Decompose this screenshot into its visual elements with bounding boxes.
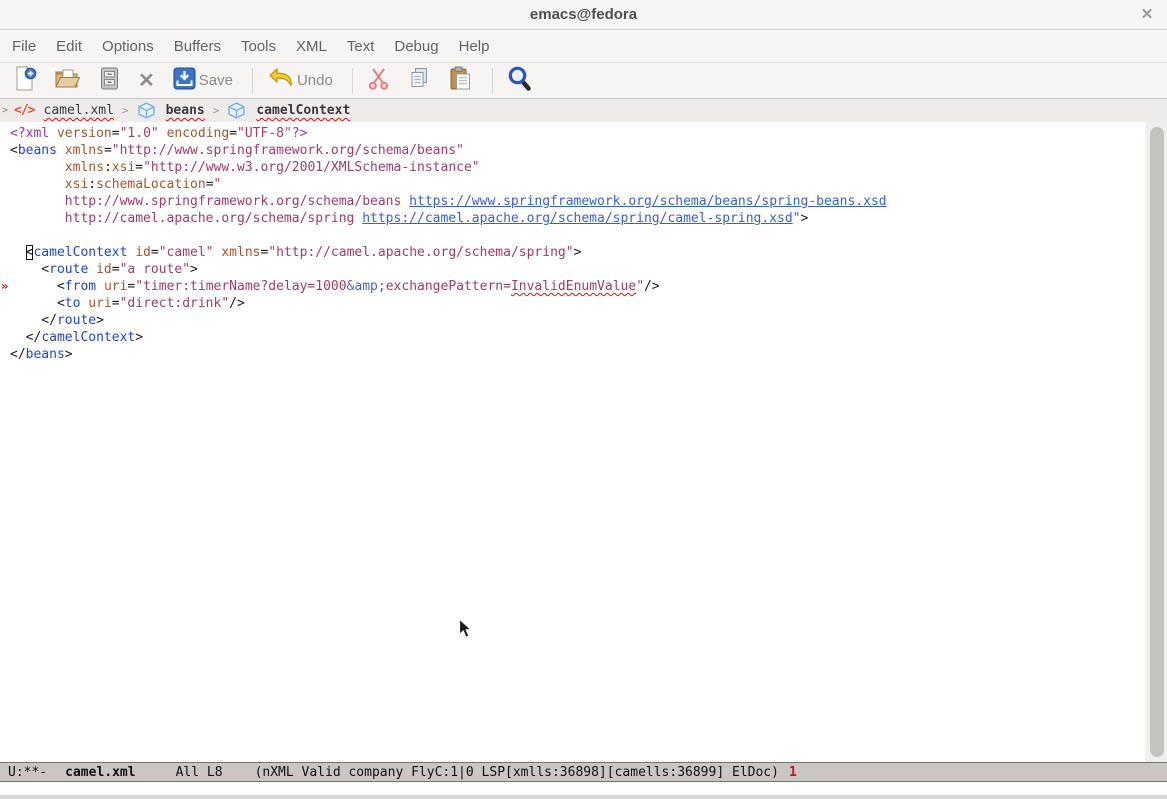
code-line: </route> (10, 312, 1145, 329)
code-line: </camelContext> (10, 329, 1145, 346)
breadcrumb-item-camelcontext[interactable]: camelContext (227, 102, 350, 119)
undo-button-label: Undo (297, 72, 333, 89)
breadcrumb-camelcontext-label: camelContext (256, 103, 350, 118)
undo-arrow-icon (267, 66, 295, 95)
emacs-window: emacs@fedora ✕ FileEditOptionsBuffersToo… (0, 0, 1167, 799)
mode-line: U:**- camel.xml All L8 (nXML Valid compa… (0, 762, 1167, 782)
copy-pages-icon (407, 66, 431, 95)
cube-icon (137, 102, 156, 119)
menu-options[interactable]: Options (92, 32, 164, 61)
clipboard-icon (448, 65, 473, 96)
code-line: xmlns:xsi="http://www.w3.org/2001/XMLSch… (10, 159, 1145, 176)
breadcrumb-separator: > (213, 104, 220, 117)
toolbar-separator (492, 68, 493, 94)
xsd-link[interactable]: https://camel.apache.org/schema/spring/c… (362, 211, 792, 226)
code-tag-icon: </> (14, 103, 34, 118)
save-button-label: Save (199, 72, 233, 89)
menu-bar: FileEditOptionsBuffersToolsXMLTextDebugH… (0, 30, 1167, 62)
fringe-error-icon: » (1, 278, 10, 295)
code-line: <route id="a route"> (10, 261, 1145, 278)
menu-text[interactable]: Text (337, 32, 385, 61)
title-bar: emacs@fedora ✕ (0, 0, 1167, 30)
breadcrumb-item-beans[interactable]: beans (137, 102, 205, 119)
undo-button[interactable]: Undo (267, 66, 333, 96)
code-buffer[interactable]: <?xml version="1.0" encoding="UTF-8"?><b… (0, 122, 1145, 762)
cube-icon (227, 102, 246, 119)
code-line: </beans> (10, 346, 1145, 363)
modeline-position: All L8 (176, 765, 223, 780)
code-line (10, 227, 1145, 244)
menu-help[interactable]: Help (449, 32, 500, 61)
code-line: <from uri="timer:timerName?delay=1000&am… (10, 278, 1145, 295)
code-line: <?xml version="1.0" encoding="UTF-8"?> (10, 125, 1145, 142)
scissors-icon (367, 66, 390, 96)
paste-button[interactable] (448, 66, 473, 96)
menu-debug[interactable]: Debug (384, 32, 448, 61)
file-cabinet-icon (98, 66, 121, 96)
code-line: <beans xmlns="http://www.springframework… (10, 142, 1145, 159)
close-icon[interactable]: ✕ (1137, 5, 1157, 25)
copy-button[interactable] (407, 66, 431, 96)
breadcrumb-separator: > (122, 104, 129, 117)
save-buffer-button[interactable]: Save (172, 66, 233, 96)
flycheck-error-token: InvalidEnumValue (511, 279, 636, 294)
open-file-button[interactable] (54, 66, 81, 96)
menu-buffers[interactable]: Buffers (164, 32, 231, 61)
code-line: http://camel.apache.org/schema/spring ht… (10, 210, 1145, 227)
window-title: emacs@fedora (0, 6, 1167, 23)
breadcrumb-item-file[interactable]: </> camel.xml (14, 103, 114, 118)
mouse-pointer (458, 618, 473, 644)
breadcrumb-file-label: camel.xml (44, 103, 114, 118)
close-x-icon: ✕ (138, 68, 155, 94)
xsd-link[interactable]: https://www.springframework.org/schema/b… (409, 194, 886, 209)
new-file-icon (14, 65, 37, 97)
open-folder-icon (54, 66, 81, 96)
kill-buffer-button[interactable]: ✕ (138, 66, 155, 96)
isearch-button[interactable] (507, 66, 532, 96)
menu-edit[interactable]: Edit (46, 32, 92, 61)
echo-area[interactable] (0, 782, 1167, 799)
menu-tools[interactable]: Tools (231, 32, 286, 61)
modeline-buffer-name: camel.xml (65, 765, 135, 780)
scrollbar[interactable] (1145, 122, 1167, 762)
breadcrumb: > </> camel.xml > beans > camelCont (0, 99, 1167, 122)
save-disk-icon (172, 66, 197, 96)
dired-button[interactable] (98, 66, 121, 96)
new-file-button[interactable] (14, 66, 37, 96)
code-line: <to uri="direct:drink"/> (10, 295, 1145, 312)
modeline-coding-flags: U:**- (8, 765, 47, 780)
modeline-error-count: 1 (789, 765, 797, 780)
breadcrumb-prefix: > (2, 105, 8, 116)
toolbar-separator (252, 68, 253, 94)
code-line: xsi:schemaLocation=" (10, 176, 1145, 193)
editor-window[interactable]: <?xml version="1.0" encoding="UTF-8"?><b… (0, 122, 1167, 762)
scrollbar-thumb[interactable] (1150, 127, 1164, 757)
menu-file[interactable]: File (2, 32, 46, 61)
tool-bar: ✕ Save Undo (0, 62, 1167, 99)
breadcrumb-beans-label: beans (166, 103, 205, 118)
code-line: <camelContext id="camel" xmlns="http://c… (10, 244, 1145, 261)
magnifier-icon (507, 65, 532, 97)
cut-button[interactable] (367, 66, 390, 96)
code-line: http://www.springframework.org/schema/be… (10, 193, 1145, 210)
toolbar-separator (352, 68, 353, 94)
modeline-minor-modes: (nXML Valid company FlyC:1|0 LSP[xmlls:3… (255, 765, 779, 780)
menu-xml[interactable]: XML (286, 32, 337, 61)
